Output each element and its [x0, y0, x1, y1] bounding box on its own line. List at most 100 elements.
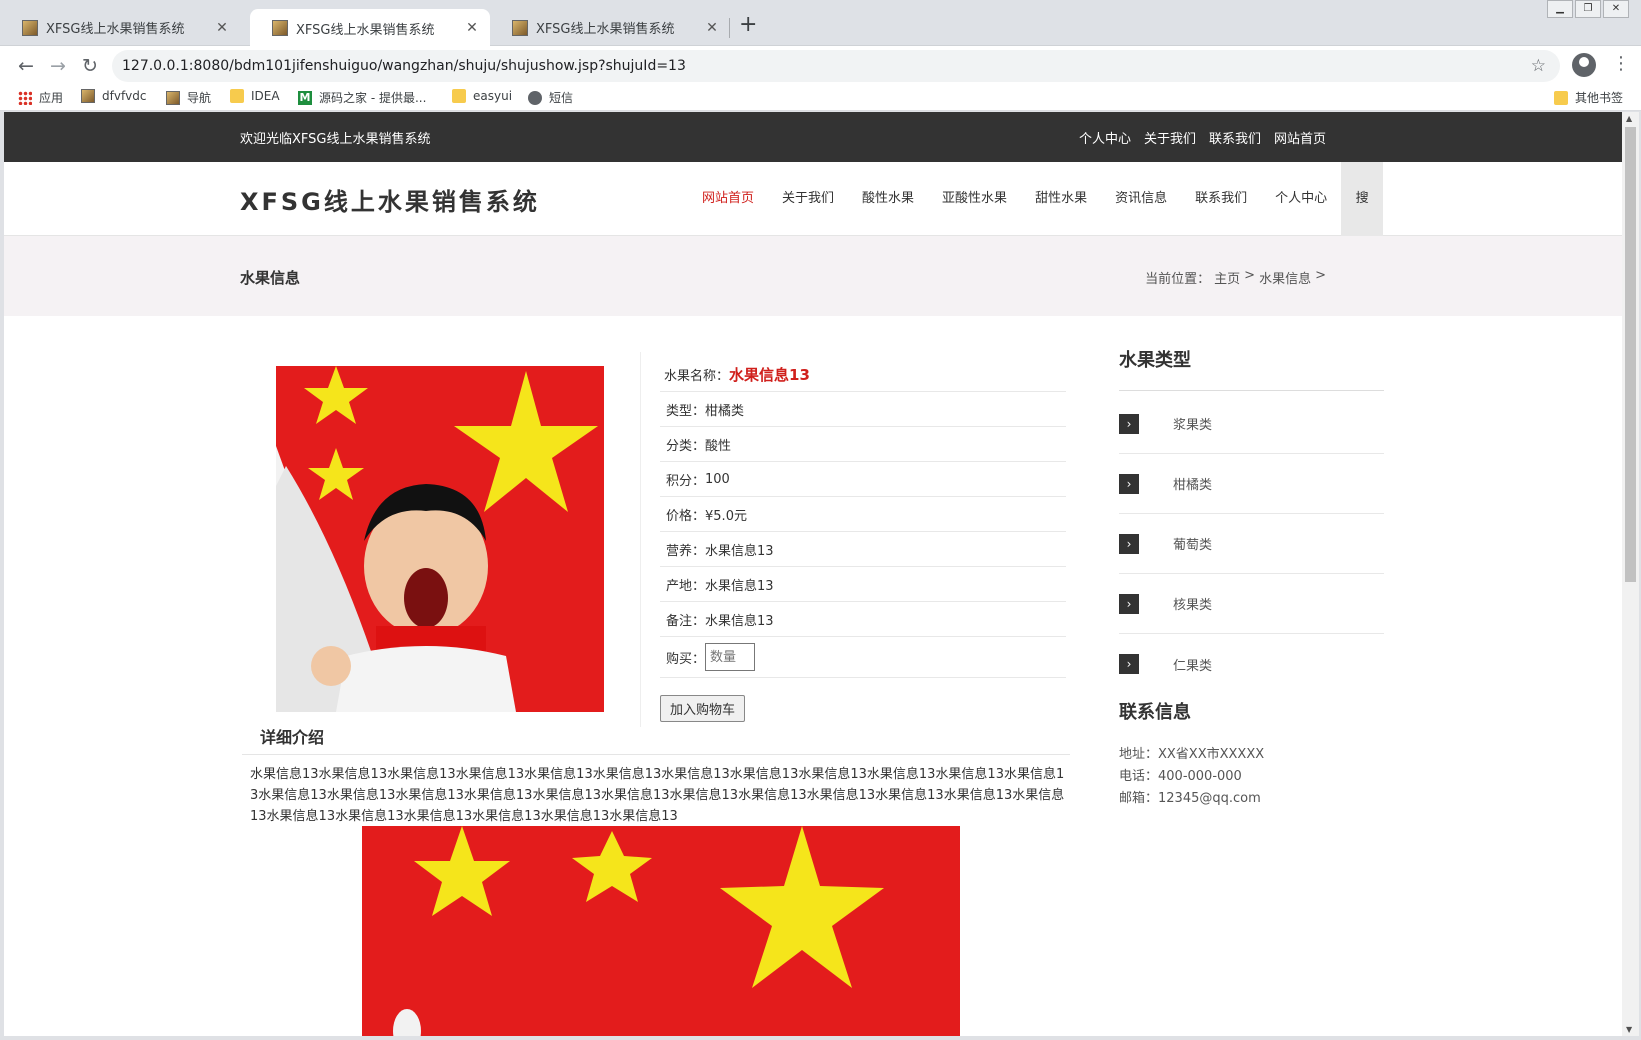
page-scrollbar[interactable]: ▲ ▼ [1622, 112, 1639, 1036]
search-button[interactable]: 搜 [1341, 162, 1384, 236]
sidebar-item-label[interactable]: 葡萄类 [1173, 534, 1212, 553]
browser-tab-3[interactable]: XFSG线上水果销售系统 ✕ [490, 9, 730, 46]
breadcrumb-home[interactable]: 主页 [1214, 268, 1240, 287]
address-bar[interactable]: i 127.0.0.1:8080/bdm101jifenshuiguo/wang… [112, 50, 1560, 311]
product-info: 水果名称： 水果信息13 类型： 柑橘类 分类： 酸性 积分： 100 价格： … [660, 357, 1066, 678]
sidebar-item-label[interactable]: 浆果类 [1173, 414, 1212, 433]
reload-icon[interactable]: ↻ [78, 54, 102, 78]
column-divider [640, 352, 641, 727]
top-link-home[interactable]: 网站首页 [1274, 128, 1326, 147]
browser-tab-2[interactable]: XFSG线上水果销售系统 ✕ [250, 9, 490, 47]
bookmark-label: 应用 [39, 91, 64, 105]
profile-avatar-icon[interactable] [1572, 53, 1596, 77]
bookmark-idea[interactable]: IDEA [230, 89, 280, 103]
main-nav: 网站首页 关于我们 酸性水果 亚酸性水果 甜性水果 资讯信息 联系我们 个人中心… [688, 162, 1384, 236]
sidebar-item-drupe[interactable]: › 核果类 [1119, 574, 1384, 634]
top-link-about[interactable]: 关于我们 [1144, 128, 1196, 147]
field-value: 酸性 [705, 438, 732, 454]
sidebar-item-citrus[interactable]: › 柑橘类 [1119, 454, 1384, 514]
bookmark-label: 源码之家 - 提供最... [319, 91, 427, 105]
scrollbar-thumb[interactable] [1625, 127, 1636, 582]
sidebar-types-title: 水果类型 [1119, 350, 1191, 371]
nav-item-acidic[interactable]: 酸性水果 [848, 162, 928, 236]
contact-phone: 电话：400-000-000 [1119, 769, 1242, 784]
browser-tab-1[interactable]: XFSG线上水果销售系统 ✕ [0, 9, 240, 46]
bookmark-easyui[interactable]: easyui [452, 89, 512, 103]
product-name-row: 水果名称： 水果信息13 [660, 357, 1066, 392]
nav-item-personal[interactable]: 个人中心 [1261, 162, 1341, 236]
nav-item-home[interactable]: 网站首页 [688, 162, 768, 236]
bookmark-label: IDEA [251, 89, 280, 103]
sidebar-item-label[interactable]: 仁果类 [1173, 655, 1212, 674]
bookmark-duanxin[interactable]: 短信 [528, 89, 573, 106]
bookmark-daohang[interactable]: 导航 [166, 89, 211, 106]
page-favicon-icon [81, 89, 95, 103]
quantity-input[interactable] [705, 643, 756, 671]
field-row-origin: 产地： 水果信息13 [660, 567, 1066, 602]
bookmark-label: 短信 [549, 91, 574, 105]
bookmark-yuanma[interactable]: M 源码之家 - 提供最... [298, 89, 426, 106]
page-favicon-icon [166, 90, 180, 105]
sidebar-item-label[interactable]: 核果类 [1173, 594, 1212, 613]
breadcrumb-current[interactable]: 水果信息 [1259, 268, 1311, 287]
forward-arrow-icon[interactable]: → [46, 54, 70, 78]
tab-title: XFSG线上水果销售系统 [46, 22, 185, 37]
field-row-points: 积分： 100 [660, 462, 1066, 497]
scroll-up-icon[interactable]: ▲ [1626, 114, 1632, 123]
bookmark-dfvfvdc[interactable]: dfvfvdc [81, 89, 146, 103]
field-row-type: 类型： 柑橘类 [660, 392, 1066, 427]
sidebar-item-pome[interactable]: › 仁果类 [1119, 634, 1384, 694]
bookmark-apps[interactable]: 应用 [18, 89, 63, 106]
bookmarks-bar: 应用 dfvfvdc 导航 IDEA M 源码之家 - 提供最... easyu… [0, 86, 1641, 111]
buy-row: 购买： [660, 637, 1066, 678]
site-topbar: 欢迎光临XFSG线上水果销售系统 个人中心 关于我们 联系我们 网站首页 [4, 112, 1622, 162]
chevron-right-icon: › [1119, 654, 1139, 674]
breadcrumb-prefix: 当前位置： [1145, 272, 1211, 287]
field-label: 备注： [666, 613, 706, 629]
add-to-cart-button[interactable]: 加入购物车 [660, 695, 745, 722]
detail-title: 详细介绍 [260, 728, 325, 747]
field-value: 水果信息13 [705, 578, 774, 594]
detail-image [362, 826, 960, 1036]
browser-toolbar: ← → ↻ i 127.0.0.1:8080/bdm101jifenshuigu… [0, 46, 1641, 311]
site-logo[interactable]: XFSG线上水果销售系统 [240, 182, 540, 217]
top-link-personal[interactable]: 个人中心 [1079, 128, 1131, 147]
breadcrumb-sep: > [1315, 268, 1326, 283]
maximize-icon[interactable]: ❐ [1575, 0, 1601, 18]
field-label: 类型： [666, 403, 706, 419]
folder-icon [1554, 90, 1568, 105]
welcome-text: 欢迎光临XFSG线上水果销售系统 [240, 132, 431, 147]
field-row-nutrition: 营养： 水果信息13 [660, 532, 1066, 567]
field-row-remark: 备注： 水果信息13 [660, 602, 1066, 637]
bookmark-star-icon[interactable]: ☆ [1531, 56, 1546, 76]
top-links: 个人中心 关于我们 联系我们 网站首页 [1079, 128, 1326, 147]
close-icon[interactable]: ✕ [464, 20, 480, 36]
breadcrumb: 当前位置： 主页 > 水果信息 > [1145, 268, 1326, 287]
sidebar-item-grape[interactable]: › 葡萄类 [1119, 514, 1384, 574]
bookmark-other[interactable]: 其他书签 [1554, 89, 1623, 106]
window-close-icon[interactable]: ✕ [1603, 0, 1629, 18]
field-row-price: 价格： ¥5.0元 [660, 497, 1066, 532]
scroll-down-icon[interactable]: ▼ [1626, 1025, 1632, 1034]
new-tab-plus-icon[interactable]: + [739, 12, 757, 37]
top-link-contact[interactable]: 联系我们 [1209, 128, 1261, 147]
nav-item-news[interactable]: 资讯信息 [1101, 162, 1181, 236]
sidebar-item-label[interactable]: 柑橘类 [1173, 474, 1212, 493]
close-icon[interactable]: ✕ [214, 20, 230, 36]
sidebar-item-berry[interactable]: › 浆果类 [1119, 394, 1384, 454]
tab-title: XFSG线上水果销售系统 [536, 22, 675, 37]
nav-item-about[interactable]: 关于我们 [768, 162, 848, 236]
nav-item-subacid[interactable]: 亚酸性水果 [928, 162, 1021, 236]
chevron-right-icon: › [1119, 473, 1139, 494]
nav-item-contact[interactable]: 联系我们 [1181, 162, 1261, 236]
field-value: ¥5.0元 [705, 508, 747, 524]
nav-item-sweet[interactable]: 甜性水果 [1021, 162, 1101, 236]
globe-icon [528, 90, 542, 105]
sidebar-divider [1119, 390, 1384, 391]
field-value: 柑橘类 [705, 403, 745, 419]
url-text[interactable]: 127.0.0.1:8080/bdm101jifenshuiguo/wangzh… [122, 58, 1531, 74]
back-arrow-icon[interactable]: ← [14, 54, 38, 78]
browser-menu-icon[interactable]: ⋮ [1612, 53, 1630, 74]
minimize-icon[interactable]: ▁ [1547, 0, 1573, 18]
close-icon[interactable]: ✕ [704, 20, 720, 36]
